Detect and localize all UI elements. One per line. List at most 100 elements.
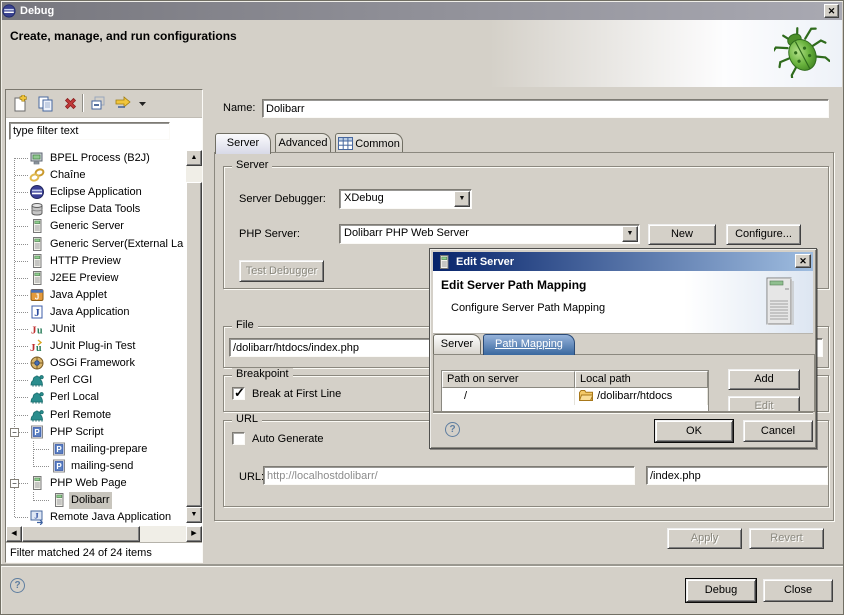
column-header-local-path[interactable]: Local path: [575, 371, 708, 388]
tree-item-java-application[interactable]: JJava Application: [7, 304, 185, 321]
tree-item-eclipse-application[interactable]: Eclipse Application: [7, 184, 185, 201]
php-server-select[interactable]: Dolibarr PHP Web Server ▼: [339, 224, 640, 244]
title-bar: Debug ✕: [2, 2, 842, 20]
local-path-cell: /dolibarr/htdocs: [575, 388, 708, 405]
url-path-input[interactable]: [646, 466, 828, 485]
banner: Create, manage, and run configurations: [2, 20, 842, 87]
collapse-all-icon[interactable]: [90, 95, 107, 112]
tab-common[interactable]: Common: [335, 133, 403, 153]
tree-item-cha-ne[interactable]: Chaîne: [7, 167, 185, 184]
filter-input[interactable]: [9, 122, 170, 140]
tree-item-dolibarr[interactable]: Dolibarr: [7, 492, 185, 509]
filter-icon[interactable]: [114, 95, 131, 112]
dialog-header: Edit Server Path Mapping Configure Serve…: [433, 271, 813, 334]
path-mapping-panel: Path on server Local path / /dolibarr/ht…: [433, 354, 815, 412]
name-label: Name:: [223, 102, 255, 114]
tree-item-mailing-prepare[interactable]: Pmailing-prepare: [7, 441, 185, 458]
dialog-tab-server[interactable]: Server: [433, 334, 481, 354]
breakpoint-group-title: Breakpoint: [232, 368, 293, 380]
chevron-down-icon[interactable]: ▼: [622, 226, 638, 242]
server-icon: [29, 270, 45, 286]
collapse-toggle[interactable]: −: [10, 428, 19, 437]
tree-item-php-script[interactable]: −PPHP Script: [7, 424, 185, 441]
delete-icon[interactable]: [62, 95, 79, 112]
tree-item-remote-java-application[interactable]: JRemote Java Application: [7, 509, 185, 526]
dialog-title-bar: Edit Server ✕: [433, 252, 813, 271]
tree-item-mailing-send[interactable]: Pmailing-send: [7, 458, 185, 475]
v-scroll-thumb[interactable]: [186, 182, 202, 507]
toolbar-separator: [82, 94, 83, 112]
revert-button[interactable]: Revert: [749, 528, 824, 549]
break-first-line-checkbox[interactable]: ✓: [232, 387, 245, 400]
tab-server[interactable]: Server: [215, 133, 271, 154]
database-icon: [29, 201, 45, 217]
perl-icon: [29, 372, 45, 388]
perl-icon: [29, 389, 45, 405]
server-group-title: Server: [232, 159, 272, 171]
cancel-button[interactable]: Cancel: [743, 420, 813, 442]
configurations-panel: BPEL Process (B2J)ChaîneEclipse Applicat…: [5, 89, 203, 563]
url-base-input[interactable]: [263, 466, 635, 485]
apply-button[interactable]: Apply: [667, 528, 742, 549]
dialog-help-icon[interactable]: ?: [445, 422, 460, 437]
new-server-button[interactable]: New: [648, 224, 716, 245]
bottom-separator: [1, 564, 843, 566]
close-button[interactable]: Close: [763, 579, 833, 602]
duplicate-icon[interactable]: [37, 95, 54, 112]
dialog-header-title: Edit Server Path Mapping: [441, 278, 586, 292]
tree-item-j2ee-preview[interactable]: J2EE Preview: [7, 270, 185, 287]
table-row[interactable]: / /dolibarr/htdocs: [442, 388, 708, 405]
tree-item-http-preview[interactable]: HTTP Preview: [7, 253, 185, 270]
osgi-icon: [29, 355, 45, 371]
file-group-title: File: [232, 319, 258, 331]
scroll-left-button[interactable]: ◀: [6, 526, 22, 542]
dropdown-icon[interactable]: [138, 95, 148, 112]
svg-text:P: P: [34, 427, 40, 436]
php-icon: P: [51, 441, 67, 457]
test-debugger-button[interactable]: Test Debugger: [239, 260, 324, 282]
tree-item-perl-local[interactable]: Perl Local: [7, 389, 185, 406]
tree-item-bpel-process-b2j[interactable]: BPEL Process (B2J): [7, 150, 185, 167]
dialog-close-button[interactable]: ✕: [795, 254, 811, 268]
break-first-line-label: Break at First Line: [252, 388, 341, 400]
auto-generate-checkbox[interactable]: [232, 432, 245, 445]
tree-item-perl-remote[interactable]: Perl Remote: [7, 407, 185, 424]
php-server-label: PHP Server:: [239, 228, 300, 240]
help-icon[interactable]: ?: [10, 578, 25, 593]
window-close-button[interactable]: ✕: [824, 4, 839, 18]
tree-item-generic-server[interactable]: Generic Server: [7, 218, 185, 235]
tab-advanced[interactable]: Advanced: [275, 133, 331, 153]
remote-java-icon: J: [29, 509, 45, 525]
svg-text:P: P: [56, 444, 62, 453]
h-scroll-thumb[interactable]: [22, 526, 140, 542]
tree-item-perl-cgi[interactable]: Perl CGI: [7, 372, 185, 389]
tree-item-osgi-framework[interactable]: OSGi Framework: [7, 355, 185, 372]
server-debugger-select[interactable]: XDebug ▼: [339, 189, 472, 209]
configure-button[interactable]: Configure...: [726, 224, 801, 245]
chevron-down-icon[interactable]: ▼: [454, 191, 470, 207]
tree-item-junit-plug-in-test[interactable]: JuJUnit Plug-in Test: [7, 338, 185, 355]
ok-button[interactable]: OK: [655, 420, 733, 442]
eclipse-logo-icon: [2, 4, 16, 18]
dialog-tab-path-mapping[interactable]: Path Mapping: [483, 334, 575, 355]
tree-item-junit[interactable]: JuJUnit: [7, 321, 185, 338]
server-icon: [29, 253, 45, 269]
filter-status: Filter matched 24 of 24 items: [6, 542, 202, 562]
scroll-down-button[interactable]: ▼: [186, 507, 202, 523]
server-debugger-label: Server Debugger:: [239, 193, 326, 205]
server-tower-image: [761, 277, 801, 329]
debug-button[interactable]: Debug: [686, 579, 756, 602]
add-button[interactable]: Add: [728, 369, 800, 390]
name-input[interactable]: [262, 99, 829, 118]
tree-item-php-web-page[interactable]: −PHP Web Page: [7, 475, 185, 492]
scroll-right-button[interactable]: ▶: [186, 526, 202, 542]
new-config-icon[interactable]: [12, 95, 29, 112]
scroll-up-button[interactable]: ▲: [186, 150, 202, 166]
column-header-path-on-server[interactable]: Path on server: [442, 371, 575, 388]
edit-button[interactable]: Edit: [728, 396, 800, 412]
tree-item-java-applet[interactable]: JJava Applet: [7, 287, 185, 304]
tree-item-eclipse-data-tools[interactable]: Eclipse Data Tools: [7, 201, 185, 218]
auto-generate-label: Auto Generate: [252, 433, 324, 445]
tree-item-generic-server-external-la[interactable]: Generic Server(External La: [7, 236, 185, 253]
collapse-toggle[interactable]: −: [10, 479, 19, 488]
